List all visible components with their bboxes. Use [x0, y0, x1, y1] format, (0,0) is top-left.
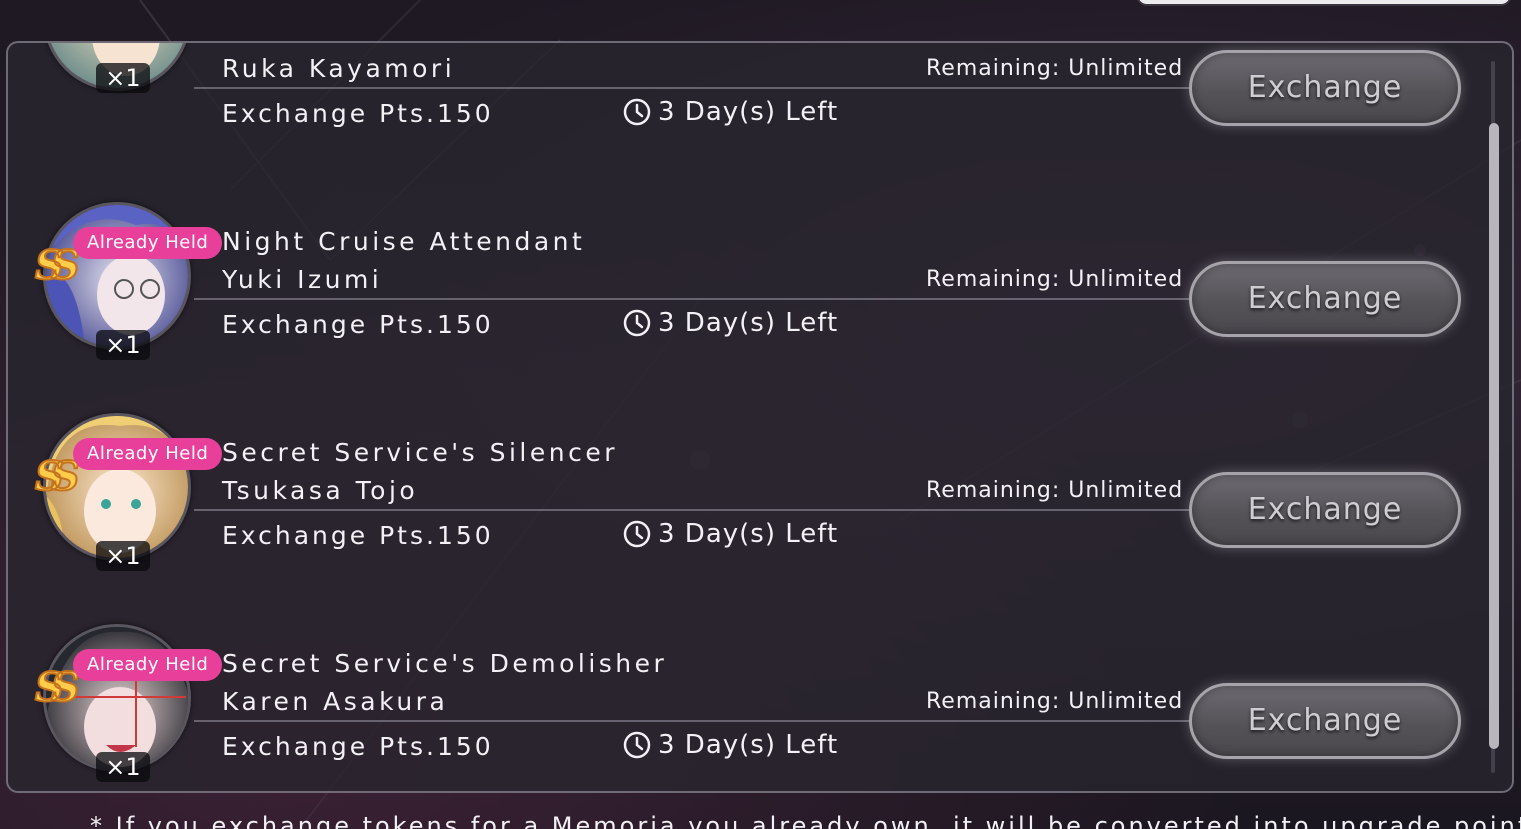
row-divider — [194, 720, 1194, 722]
exchange-button[interactable]: Exchange — [1189, 683, 1461, 759]
exchange-shop-screen: ×1 Ruka Kayamori Remaining: Unlimited Ex… — [0, 0, 1521, 829]
remaining-count: Remaining: Unlimited — [926, 56, 1184, 81]
quantity-label: ×1 — [96, 752, 150, 782]
exchange-points: Exchange Pts.150 — [222, 732, 494, 761]
row-divider — [194, 87, 1194, 89]
item-name-line2: Karen Asakura — [222, 687, 449, 716]
already-held-badge: Already Held — [73, 438, 223, 470]
time-left: 3 Day(s) Left — [622, 730, 838, 760]
exchange-list: ×1 Ruka Kayamori Remaining: Unlimited Ex… — [8, 43, 1488, 791]
top-input-field-partial[interactable] — [1138, 0, 1510, 4]
remaining-count: Remaining: Unlimited — [926, 267, 1184, 292]
quantity-label: ×1 — [96, 63, 150, 93]
list-item: ×1 Ruka Kayamori Remaining: Unlimited Ex… — [8, 43, 1488, 128]
list-item: SS Already Held ×1 Night Cruise Attendan… — [8, 111, 1488, 360]
clock-icon — [623, 731, 651, 759]
item-name-line1: Secret Service's Demolisher — [222, 649, 668, 678]
time-left-text: 3 Day(s) Left — [658, 730, 839, 760]
footer-note: * If you exchange tokens for a Memoria y… — [90, 812, 1521, 829]
remaining-count: Remaining: Unlimited — [926, 478, 1184, 503]
item-name-line1: Night Cruise Attendant — [222, 227, 586, 256]
scrollbar-thumb[interactable] — [1489, 123, 1499, 749]
item-name-line2: Tsukasa Tojo — [222, 476, 419, 505]
already-held-badge: Already Held — [73, 649, 223, 681]
list-item: SS Already Held ×1 Secret Service's Sile… — [8, 322, 1488, 571]
item-name-line2: Yuki Izumi — [222, 265, 383, 294]
already-held-badge: Already Held — [73, 227, 223, 259]
item-name-line1: Secret Service's Silencer — [222, 438, 618, 467]
row-divider — [194, 298, 1194, 300]
row-divider — [194, 509, 1194, 511]
list-item: SS Already Held ×1 Secret Service's Demo… — [8, 533, 1488, 782]
exchange-list-panel[interactable]: ×1 Ruka Kayamori Remaining: Unlimited Ex… — [6, 41, 1514, 793]
item-name-line1: Ruka Kayamori — [222, 54, 456, 83]
remaining-count: Remaining: Unlimited — [926, 689, 1184, 714]
